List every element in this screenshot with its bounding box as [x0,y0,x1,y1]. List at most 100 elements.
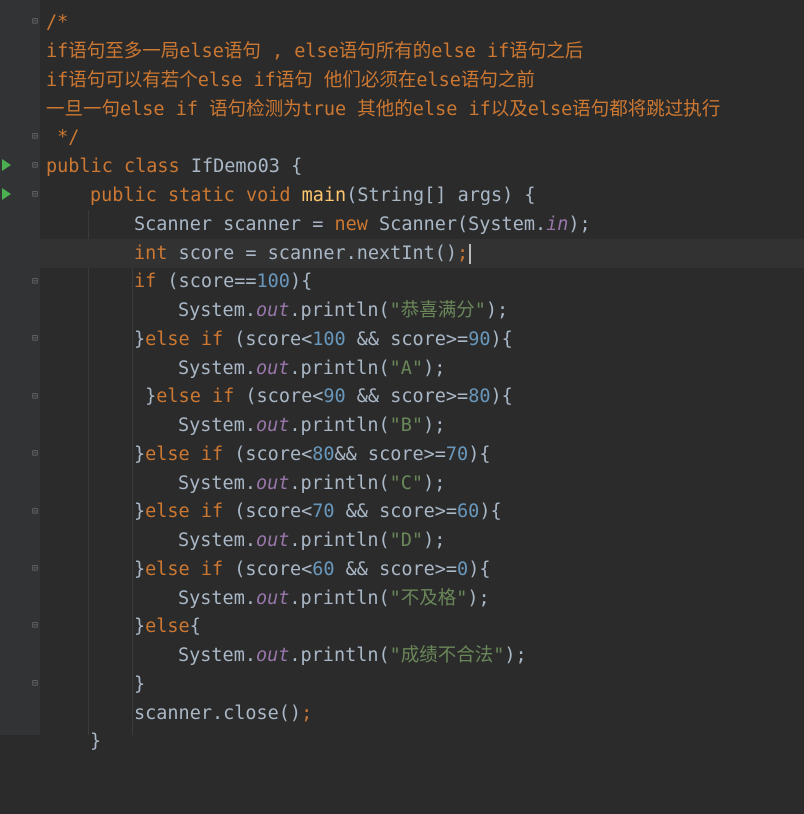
code-line: public static void main(String[] args) { [40,181,804,210]
semicolon: ; [457,243,469,264]
number: 90 [468,329,491,350]
code-text: .println( [289,415,390,436]
keyword: static [167,185,235,206]
fold-marker-icon[interactable]: ⊟ [30,131,40,143]
string-literal: "恭喜满分" [389,300,486,321]
fold-marker-icon[interactable]: ⊟ [30,448,40,460]
string-literal: "不及格" [389,588,468,609]
keyword: if [200,329,224,350]
code-line: }else if (score<60 && score>=0){ [40,555,804,584]
code-text: ); [485,300,509,321]
number: 100 [256,271,290,292]
code-line: public class IfDemo03 { [40,152,804,181]
code-text: ){ [479,501,502,522]
current-code-line: int score = scanner.nextInt(); [40,239,804,268]
fold-marker-icon[interactable]: ⊟ [30,160,40,172]
static-field: out [255,645,290,666]
keyword: public [90,185,157,206]
code-text: (score< [234,329,313,350]
fold-marker-icon[interactable]: ⊟ [30,391,40,403]
static-field: out [255,588,290,609]
run-class-icon[interactable] [2,159,11,171]
code-line: } [40,670,804,699]
string-literal: "A" [389,358,424,379]
code-text: ){ [490,329,513,350]
code-text: } [90,731,102,752]
code-text: System. [178,588,256,609]
string-literal: "D" [389,530,424,551]
code-text: (score== [167,271,257,292]
keyword: void [245,185,291,206]
keyword: class [123,156,180,177]
code-text: ); [423,415,446,436]
code-line: System.out.println("D"); [40,526,804,555]
number: 60 [457,501,480,522]
fold-marker-icon[interactable]: ⊟ [30,16,40,28]
code-line: */ [40,123,804,152]
code-text: (score< [234,444,313,465]
code-text: System. [178,300,256,321]
code-text: ); [423,530,446,551]
code-line: System.out.println("A"); [40,354,804,383]
keyword: if [134,271,157,292]
comment-text: */ [46,127,80,148]
fold-marker-icon[interactable]: ⊟ [30,333,40,345]
keyword: else [145,501,190,522]
code-text: (score< [245,386,324,407]
code-line: if语句至多一局else语句 , else语句所有的else if语句之后 [40,37,804,66]
code-text: System. [178,415,256,436]
fold-marker-icon[interactable]: ⊟ [30,506,40,518]
code-text: } [134,616,146,637]
code-text: } [134,559,146,580]
code-text: ); [467,588,490,609]
code-text: ); [423,358,446,379]
code-text: .println( [289,358,390,379]
code-text: .println( [289,645,390,666]
fold-marker-icon[interactable]: ⊟ [30,189,40,201]
number: 100 [312,329,346,350]
code-text: Scanner scanner = [134,214,335,235]
string-literal: "成绩不合法" [389,645,505,666]
code-text: System. [178,645,256,666]
code-line: }else if (score<100 && score>=90){ [40,325,804,354]
run-method-icon[interactable] [2,188,11,200]
number: 80 [468,386,491,407]
code-text: .println( [289,473,390,494]
fold-marker-icon[interactable]: ⊟ [30,620,40,632]
code-editor[interactable]: /* if语句至多一局else语句 , else语句所有的else if语句之后… [40,0,804,752]
code-text: } [134,329,146,350]
code-text: } [134,674,146,695]
fold-marker-icon[interactable]: ⊟ [30,276,40,288]
semicolon: ; [301,703,313,724]
number: 90 [323,386,346,407]
keyword: else [145,444,190,465]
code-text: ){ [289,271,313,292]
code-line: System.out.println("B"); [40,411,804,440]
code-line: if (score==100){ [40,267,804,296]
comment-text: /* [46,12,69,33]
keyword: if [200,559,224,580]
fold-marker-icon[interactable]: ⊟ [30,563,40,575]
code-line: System.out.println("不及格"); [40,584,804,613]
code-text: ); [504,645,527,666]
keyword: if [200,444,224,465]
fold-marker-icon[interactable]: ⊟ [30,678,40,690]
code-line: System.out.println("C"); [40,469,804,498]
code-text: && score>= [345,386,469,407]
code-text: Scanner(System. [367,214,547,235]
code-text: && score>= [334,559,458,580]
class-name: IfDemo03 [190,156,280,177]
code-text: ); [568,214,591,235]
code-text: { [189,616,201,637]
code-text: scanner.close() [134,703,302,724]
code-line: System.out.println("恭喜满分"); [40,296,804,325]
keyword: if [200,501,224,522]
code-line: if语句可以有若个else if语句 他们必须在else语句之前 [40,66,804,95]
keyword: int [134,243,168,264]
static-field: out [255,358,290,379]
code-text: } [134,501,146,522]
keyword: else [145,329,190,350]
number: 0 [457,559,469,580]
code-text: .println( [289,530,390,551]
code-text: ); [423,473,446,494]
